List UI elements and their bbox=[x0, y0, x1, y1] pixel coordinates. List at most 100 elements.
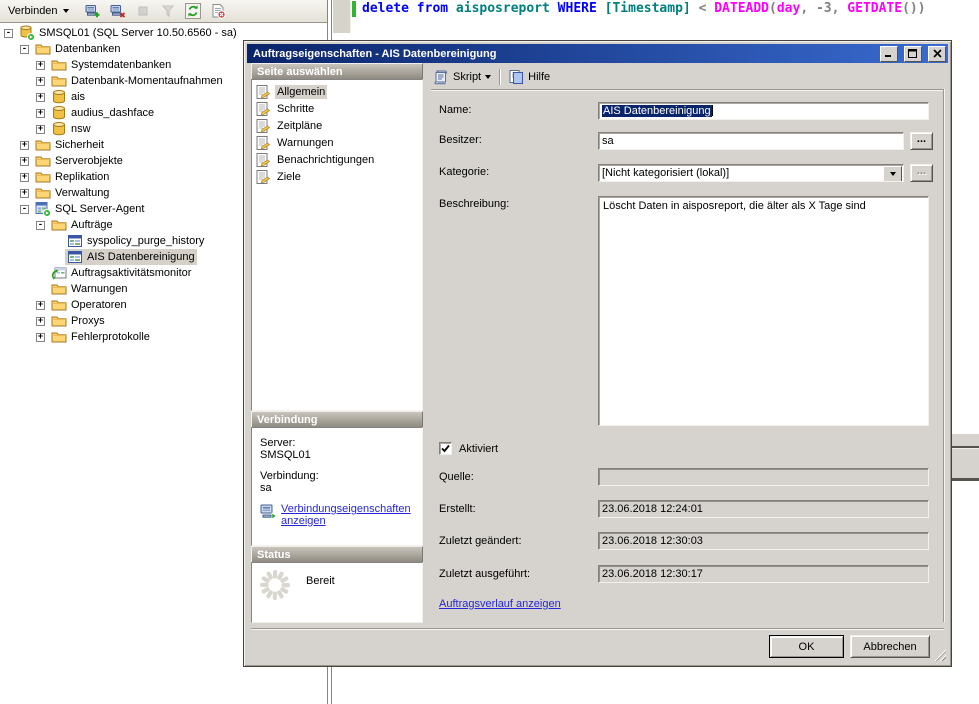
tree-item-label: Proxys bbox=[71, 315, 105, 327]
category-browse-button[interactable]: ... bbox=[910, 164, 933, 182]
ok-button[interactable]: OK bbox=[769, 635, 844, 658]
maximize-button[interactable] bbox=[904, 46, 922, 62]
plus-expander-icon[interactable]: + bbox=[36, 125, 45, 134]
minus-expander-icon[interactable]: - bbox=[20, 205, 29, 214]
minimize-button[interactable] bbox=[880, 46, 898, 62]
sidebar-page-warnungen[interactable]: Warnungen bbox=[252, 134, 422, 151]
chevron-down-icon bbox=[63, 9, 69, 13]
sql-query-line[interactable]: delete from aisposreport WHERE [Timestam… bbox=[362, 1, 926, 16]
page-icon bbox=[255, 169, 271, 185]
dialog-titlebar[interactable]: Auftragseigenschaften - AIS Datenbereini… bbox=[247, 44, 948, 63]
plus-expander-icon[interactable]: + bbox=[20, 141, 29, 150]
sql-token: GETDATE bbox=[847, 1, 902, 16]
minus-expander-icon[interactable]: - bbox=[4, 29, 13, 38]
help-button[interactable]: Hilfe bbox=[505, 68, 553, 86]
help-button-label: Hilfe bbox=[528, 71, 550, 83]
category-combobox[interactable]: [Nicht kategorisiert (lokal)] bbox=[598, 164, 904, 182]
tree-item-label: Systemdatenbanken bbox=[71, 59, 171, 71]
connection-properties-icon bbox=[260, 503, 277, 520]
plus-expander-icon[interactable]: + bbox=[36, 333, 45, 342]
tree-item-content: Systemdatenbanken bbox=[49, 57, 173, 73]
tree-item-label: Warnungen bbox=[71, 283, 127, 295]
object-explorer-toolbar: Verbinden bbox=[0, 0, 327, 23]
minus-expander-icon[interactable]: - bbox=[20, 45, 29, 54]
view-job-history-link[interactable]: Auftragsverlauf anzeigen bbox=[439, 598, 561, 610]
sql-token: ( bbox=[769, 1, 777, 16]
filter-button[interactable] bbox=[157, 2, 180, 21]
disconnect-button[interactable] bbox=[107, 2, 130, 21]
chevron-down-icon bbox=[485, 75, 491, 79]
plus-expander-icon[interactable]: + bbox=[20, 157, 29, 166]
plus-expander-icon[interactable]: + bbox=[36, 317, 45, 326]
status-panel: Bereit bbox=[251, 562, 423, 623]
tree-item-label: Aufträge bbox=[71, 219, 113, 231]
view-connection-properties-link[interactable]: Verbindungseigenschaften anzeigen bbox=[281, 503, 413, 527]
sql-token: delete from bbox=[362, 1, 456, 16]
sidebar-page-allgemein[interactable]: Allgemein bbox=[252, 83, 422, 100]
page-select-header: Seite auswählen bbox=[251, 63, 423, 79]
plus-expander-icon[interactable]: + bbox=[20, 189, 29, 198]
tree-item-content: Auftragsaktivitätsmonitor bbox=[49, 265, 193, 281]
last-modified-label: Zuletzt geändert: bbox=[439, 535, 522, 547]
tree-item-label: Auftragsaktivitätsmonitor bbox=[71, 267, 191, 279]
job-icon bbox=[67, 249, 83, 265]
tree-item-content: Operatoren bbox=[49, 297, 129, 313]
cancel-button[interactable]: Abbrechen bbox=[850, 635, 930, 658]
sql-token: DATEADD bbox=[714, 1, 769, 16]
refresh-button[interactable] bbox=[182, 2, 205, 21]
plus-expander-icon[interactable]: + bbox=[36, 77, 45, 86]
tree-item-content: Aufträge bbox=[49, 217, 115, 233]
folder-icon bbox=[35, 41, 51, 57]
connect-button[interactable] bbox=[82, 2, 105, 21]
folder-icon bbox=[51, 217, 67, 233]
script-button[interactable]: Skript bbox=[430, 68, 494, 86]
description-textarea[interactable]: Löscht Daten in aisposreport, die älter … bbox=[598, 196, 929, 426]
sql-token: day bbox=[777, 1, 800, 16]
stop-button[interactable] bbox=[132, 2, 155, 21]
sidebar-page-benachrichtigungen[interactable]: Benachrichtigungen bbox=[252, 151, 422, 168]
button-area-separator bbox=[251, 628, 944, 630]
enabled-checkbox[interactable] bbox=[439, 442, 452, 455]
folder-icon bbox=[51, 313, 67, 329]
plus-expander-icon[interactable]: + bbox=[36, 93, 45, 102]
status-header: Status bbox=[251, 546, 423, 562]
owner-input[interactable] bbox=[598, 132, 904, 150]
tree-item-label: SQL Server-Agent bbox=[55, 203, 144, 215]
content-frame-right bbox=[943, 89, 945, 622]
text-caret bbox=[712, 105, 713, 116]
connect-icon bbox=[85, 3, 101, 19]
dialog-toolbar: Skript Hilfe bbox=[430, 66, 553, 88]
sidebar-page-ziele[interactable]: Ziele bbox=[252, 168, 422, 185]
script-error-button[interactable] bbox=[207, 2, 230, 21]
close-button[interactable] bbox=[928, 46, 946, 62]
enabled-checkbox-label[interactable]: Aktiviert bbox=[459, 443, 498, 455]
connect-dropdown-button[interactable]: Verbinden bbox=[4, 3, 73, 19]
plus-expander-icon[interactable]: + bbox=[36, 301, 45, 310]
background-splitter-fragment[interactable] bbox=[952, 448, 979, 481]
owner-browse-button[interactable]: ... bbox=[910, 132, 933, 150]
editor-indicator-margin bbox=[333, 0, 351, 34]
sidebar-page-label: Warnungen bbox=[275, 136, 335, 150]
plus-expander-icon[interactable]: + bbox=[36, 61, 45, 70]
tree-item[interactable]: -SMSQL01 (SQL Server 10.50.6560 - sa) bbox=[0, 25, 325, 41]
category-dropdown-button[interactable] bbox=[883, 166, 902, 182]
tree-item-content: nsw bbox=[49, 121, 93, 137]
tree-item-content: Replikation bbox=[33, 169, 111, 185]
minus-expander-icon[interactable]: - bbox=[36, 221, 45, 230]
sidebar-page-schritte[interactable]: Schritte bbox=[252, 100, 422, 117]
name-input[interactable]: AIS Datenbereinigung bbox=[598, 102, 929, 120]
plus-expander-icon[interactable]: + bbox=[20, 173, 29, 182]
script-error-icon bbox=[210, 3, 226, 19]
last-executed-label: Zuletzt ausgeführt: bbox=[439, 568, 530, 580]
last-executed-field: 23.06.2018 12:30:17 bbox=[598, 565, 929, 583]
sql-token: < bbox=[699, 1, 715, 16]
name-label: Name: bbox=[439, 104, 471, 116]
resize-grip[interactable] bbox=[933, 648, 946, 661]
category-value: [Nicht kategorisiert (lokal)] bbox=[602, 167, 729, 179]
folder-icon bbox=[51, 281, 67, 297]
script-icon bbox=[433, 69, 449, 85]
tree-item-content: Warnungen bbox=[49, 281, 129, 297]
tree-item-label: Datenbanken bbox=[55, 43, 120, 55]
plus-expander-icon[interactable]: + bbox=[36, 109, 45, 118]
sidebar-page-zeitpläne[interactable]: Zeitpläne bbox=[252, 117, 422, 134]
